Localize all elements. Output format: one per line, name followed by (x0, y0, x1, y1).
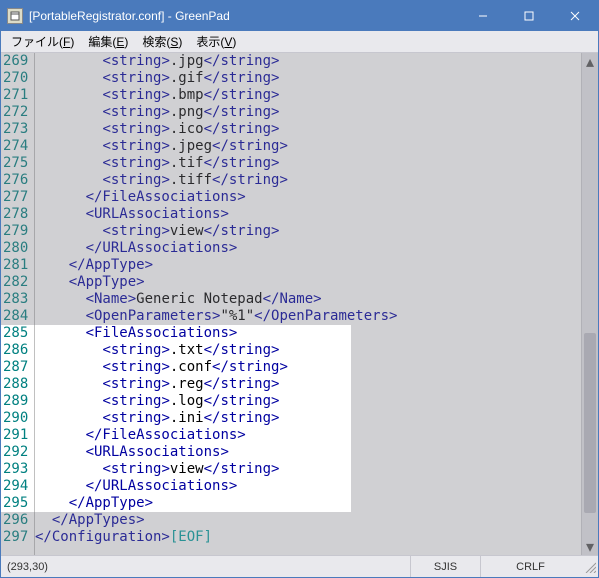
menu-file[interactable]: ファイル(F) (5, 31, 80, 52)
code-line[interactable]: <string>.gif</string> (35, 70, 581, 87)
app-window: [PortableRegistrator.conf] - GreenPad ファ… (0, 0, 599, 578)
code-line[interactable]: <URLAssociations> (35, 206, 581, 223)
line-number: 283 (1, 291, 34, 308)
line-number: 272 (1, 104, 34, 121)
line-number: 282 (1, 274, 34, 291)
line-number: 273 (1, 121, 34, 138)
menu-search[interactable]: 検索(S) (136, 31, 188, 52)
menu-view[interactable]: 表示(V) (190, 31, 242, 52)
minimize-button[interactable] (460, 1, 506, 31)
window-title: [PortableRegistrator.conf] - GreenPad (29, 9, 460, 23)
code-line[interactable]: <string>.bmp</string> (35, 87, 581, 104)
code-line[interactable]: <string>.reg</string> (35, 376, 581, 393)
code-line[interactable]: <string>.png</string> (35, 104, 581, 121)
line-number: 289 (1, 393, 34, 410)
line-number: 274 (1, 138, 34, 155)
code-line[interactable]: </Configuration>[EOF] (35, 529, 581, 546)
client-area: 285286287288289290291292293294295 <FileA… (1, 53, 598, 555)
line-number: 292 (1, 444, 34, 461)
code-line[interactable]: <string>.tif</string> (35, 155, 581, 172)
code-line[interactable]: <string>view</string> (35, 223, 581, 240)
code-line[interactable]: <string>.txt</string> (35, 342, 581, 359)
line-number: 296 (1, 512, 34, 529)
scroll-thumb[interactable] (584, 333, 596, 513)
line-number-gutter: 2692702712722732742752762772782792802812… (1, 53, 35, 555)
scroll-up-button[interactable]: ▴ (582, 53, 598, 70)
code-line[interactable]: <string>.jpg</string> (35, 53, 581, 70)
app-icon (7, 8, 23, 24)
code-line[interactable]: <Name>Generic Notepad</Name> (35, 291, 581, 308)
code-line[interactable]: <string>.conf</string> (35, 359, 581, 376)
code-line[interactable]: <string>view</string> (35, 461, 581, 478)
code-line[interactable]: </AppTypes> (35, 512, 581, 529)
line-number: 276 (1, 172, 34, 189)
line-number: 290 (1, 410, 34, 427)
code-line[interactable]: <string>.tiff</string> (35, 172, 581, 189)
line-number: 275 (1, 155, 34, 172)
code-line[interactable]: </AppType> (35, 257, 581, 274)
editor[interactable]: 2692702712722732742752762772782792802812… (1, 53, 581, 555)
statusbar: (293,30) SJIS CRLF (1, 555, 598, 577)
status-position: (293,30) (1, 556, 411, 577)
line-number: 280 (1, 240, 34, 257)
code-line[interactable]: <OpenParameters>"%1"</OpenParameters> (35, 308, 581, 325)
code-area[interactable]: <string>.jpg</string> <string>.gif</stri… (35, 53, 581, 555)
line-number: 294 (1, 478, 34, 495)
code-line[interactable]: <string>.ico</string> (35, 121, 581, 138)
code-line[interactable]: </FileAssociations> (35, 427, 581, 444)
line-number: 291 (1, 427, 34, 444)
line-number: 295 (1, 495, 34, 512)
status-eol: CRLF (481, 556, 580, 577)
code-line[interactable]: <string>.log</string> (35, 393, 581, 410)
line-number: 279 (1, 223, 34, 240)
line-number: 286 (1, 342, 34, 359)
window-controls (460, 1, 598, 31)
code-line[interactable]: </URLAssociations> (35, 478, 581, 495)
menu-edit[interactable]: 編集(E) (82, 31, 134, 52)
line-number: 288 (1, 376, 34, 393)
line-number: 287 (1, 359, 34, 376)
line-number: 284 (1, 308, 34, 325)
titlebar[interactable]: [PortableRegistrator.conf] - GreenPad (1, 1, 598, 31)
code-line[interactable]: <string>.jpeg</string> (35, 138, 581, 155)
status-encoding: SJIS (411, 556, 481, 577)
line-number: 277 (1, 189, 34, 206)
line-number: 269 (1, 53, 34, 70)
code-line[interactable]: </FileAssociations> (35, 189, 581, 206)
maximize-button[interactable] (506, 1, 552, 31)
menubar: ファイル(F) 編集(E) 検索(S) 表示(V) (1, 31, 598, 53)
line-number: 278 (1, 206, 34, 223)
line-number: 271 (1, 87, 34, 104)
line-number: 270 (1, 70, 34, 87)
code-line[interactable]: </AppType> (35, 495, 581, 512)
code-line[interactable]: </URLAssociations> (35, 240, 581, 257)
close-button[interactable] (552, 1, 598, 31)
resize-grip-icon[interactable] (580, 559, 598, 575)
vertical-scrollbar[interactable]: ▴ ▾ (581, 53, 598, 555)
line-number: 281 (1, 257, 34, 274)
line-number: 297 (1, 529, 34, 546)
line-number: 293 (1, 461, 34, 478)
code-line[interactable]: <URLAssociations> (35, 444, 581, 461)
line-number: 285 (1, 325, 34, 342)
code-line[interactable]: <AppType> (35, 274, 581, 291)
code-line[interactable]: <string>.ini</string> (35, 410, 581, 427)
code-line[interactable]: <FileAssociations> (35, 325, 581, 342)
scroll-down-button[interactable]: ▾ (582, 538, 598, 555)
